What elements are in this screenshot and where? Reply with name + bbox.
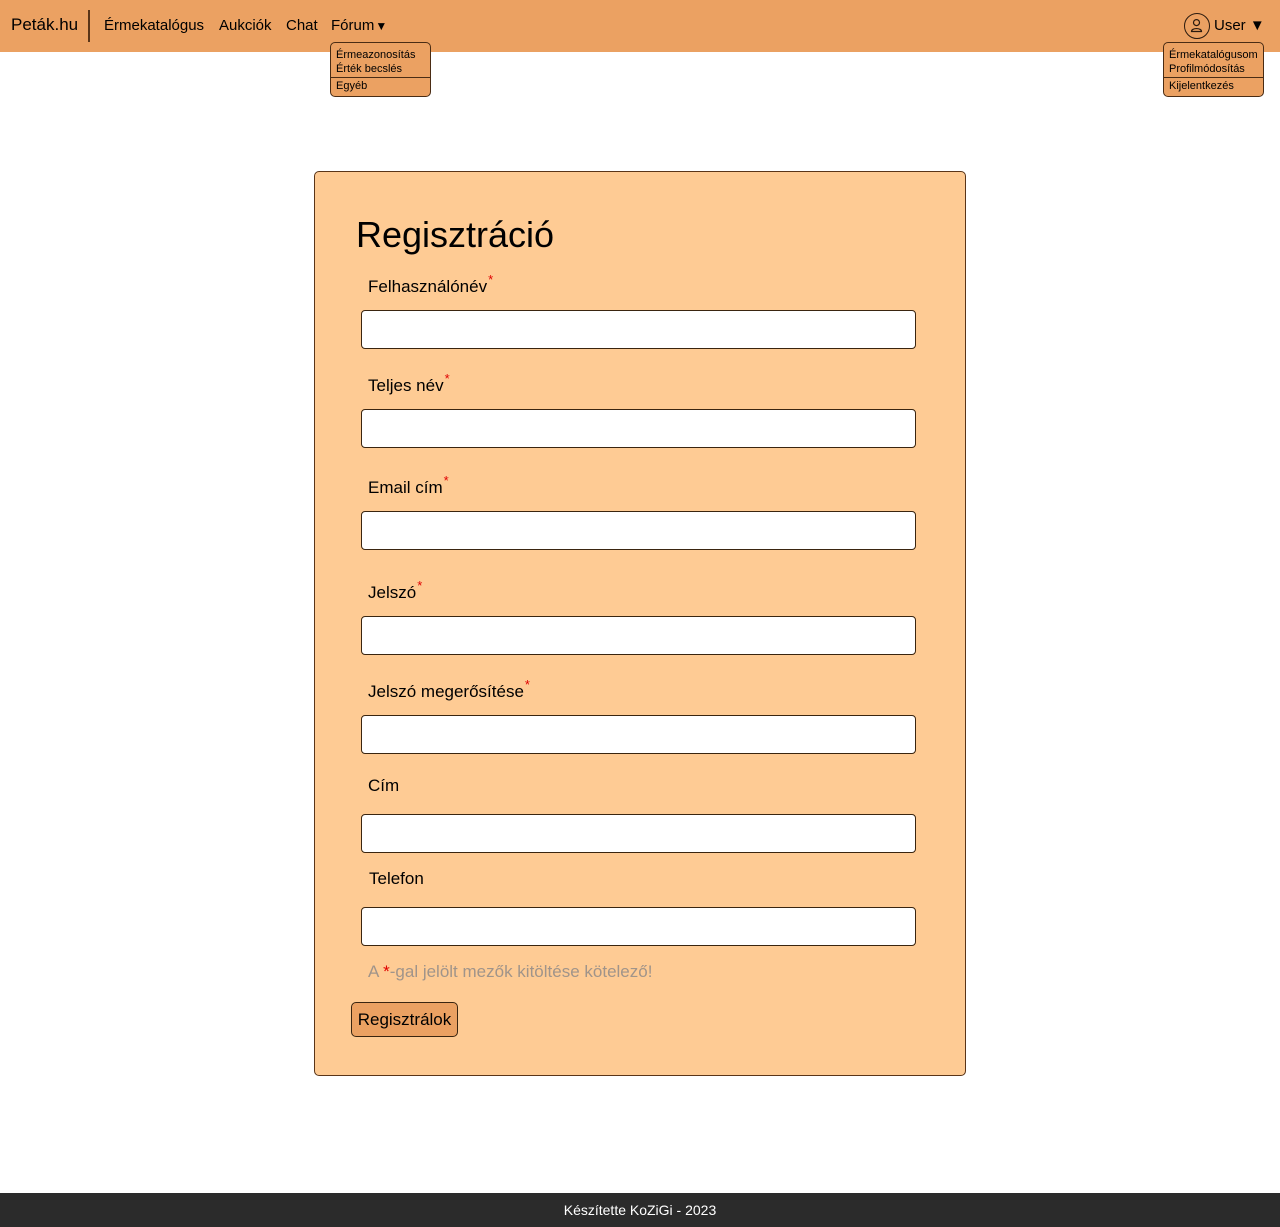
brand-logo-link[interactable]: Peták.hu xyxy=(11,15,78,35)
required-marker: * xyxy=(417,578,423,593)
address-input[interactable] xyxy=(361,814,916,853)
email-input[interactable] xyxy=(361,511,916,550)
brand-divider xyxy=(88,10,90,42)
phone-label: Telefon xyxy=(369,869,424,889)
menu-item-ertek-becsles[interactable]: Érték becslés xyxy=(331,62,430,76)
menu-divider xyxy=(1164,77,1263,78)
username-label: Felhasználónév* xyxy=(368,272,493,297)
username-input[interactable] xyxy=(361,310,916,349)
username-label-text: Felhasználónév xyxy=(368,277,488,296)
menu-item-profilmodositas[interactable]: Profilmódosítás xyxy=(1164,62,1263,76)
register-submit-button[interactable]: Regisztrálok xyxy=(351,1002,458,1037)
note-suffix: -gal jelölt mezők kitöltése kötelező! xyxy=(389,962,653,981)
required-marker: * xyxy=(524,677,530,692)
caret-down-icon: ▼ xyxy=(375,19,388,33)
registration-form: Regisztráció Felhasználónév* Teljes név*… xyxy=(314,171,966,1076)
note-prefix: A xyxy=(368,962,384,981)
phone-label-text: Telefon xyxy=(369,869,424,888)
password-label: Jelszó* xyxy=(368,578,422,603)
user-dropdown-menu: Érmekatalógusom Profilmódosítás Kijelent… xyxy=(1163,42,1264,97)
fullname-input[interactable] xyxy=(361,409,916,448)
nav-link-aukciok[interactable]: Aukciók xyxy=(219,17,272,34)
footer-credit: Készítette KoZiGi - 2023 xyxy=(563,1202,717,1218)
required-marker: * xyxy=(444,371,450,386)
user-menu-label: User ▼ xyxy=(1214,17,1265,34)
password-confirm-label-text: Jelszó megerősítése xyxy=(368,682,524,701)
phone-input[interactable] xyxy=(361,907,916,946)
form-title: Regisztráció xyxy=(356,214,555,255)
password-label-text: Jelszó xyxy=(368,583,417,602)
nav-link-chat[interactable]: Chat xyxy=(286,17,318,34)
address-label-text: Cím xyxy=(368,776,400,795)
password-input[interactable] xyxy=(361,616,916,655)
user-circle-icon xyxy=(1184,13,1210,39)
note-required-marker: * xyxy=(383,962,390,981)
menu-item-kijelentkezes[interactable]: Kijelentkezés xyxy=(1164,79,1263,93)
nav-link-ermekatalogus[interactable]: Érmekatalógus xyxy=(104,17,204,34)
address-label: Cím xyxy=(368,776,399,796)
menu-divider xyxy=(331,77,430,78)
forum-dropdown-menu: Érmeazonosítás Érték becslés Egyéb xyxy=(330,42,431,97)
nav-forum-dropdown-toggle[interactable]: Fórum▼ xyxy=(331,17,387,34)
forum-label: Fórum xyxy=(331,17,375,34)
top-navbar: Peták.hu Érmekatalógus Aukciók Chat Fóru… xyxy=(0,0,1280,52)
password-confirm-input[interactable] xyxy=(361,715,916,754)
fullname-label-text: Teljes név xyxy=(368,376,444,395)
page-footer: Készítette KoZiGi - 2023 xyxy=(0,1193,1280,1227)
password-confirm-label: Jelszó megerősítése* xyxy=(368,677,530,702)
menu-item-ermekatalogusom[interactable]: Érmekatalógusom xyxy=(1164,43,1263,62)
email-label-text: Email cím xyxy=(368,478,443,497)
required-fields-note: A *-gal jelölt mezők kitöltése kötelező! xyxy=(368,962,652,982)
email-label: Email cím* xyxy=(368,473,449,498)
menu-item-egyeb[interactable]: Egyéb xyxy=(331,79,430,93)
required-marker: * xyxy=(443,473,449,488)
user-glyph-icon xyxy=(1190,19,1203,33)
required-marker: * xyxy=(488,272,494,287)
menu-item-ermeazonositas[interactable]: Érmeazonosítás xyxy=(331,43,430,62)
fullname-label: Teljes név* xyxy=(368,371,450,396)
